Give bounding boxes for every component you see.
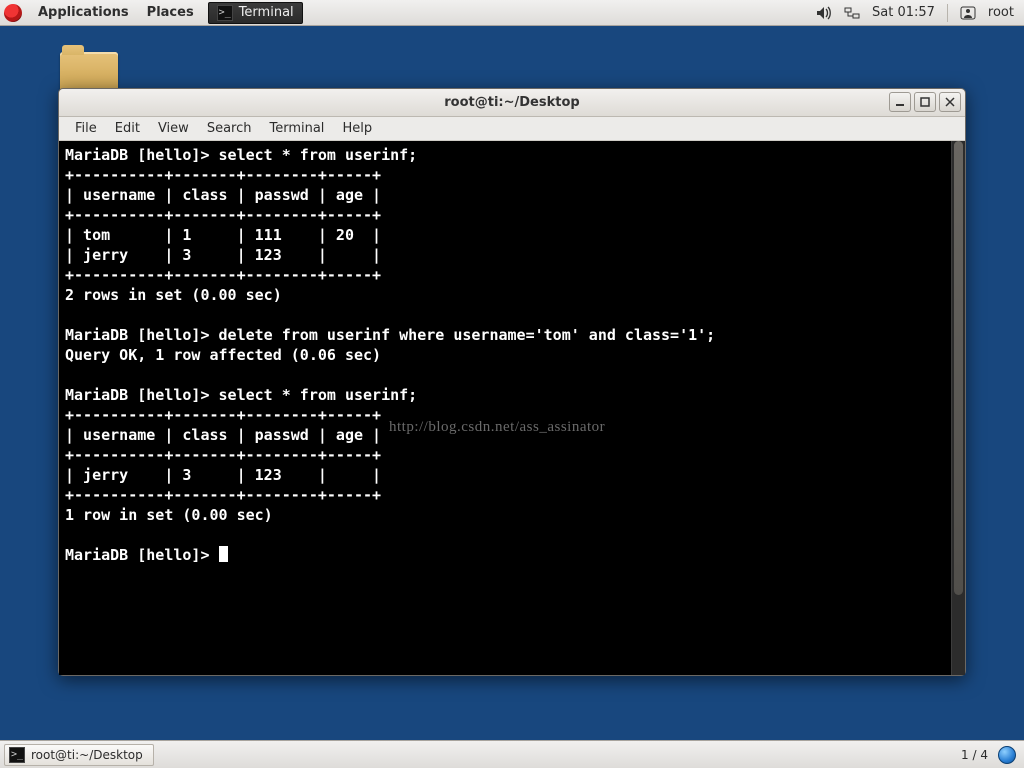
terminal-viewport: MariaDB [hello]> select * from userinf; … [59,141,965,675]
taskbar-item-terminal[interactable]: >_ Terminal [208,2,303,24]
scrollbar-thumb[interactable] [954,141,963,595]
terminal-icon: >_ [9,747,25,763]
menu-terminal[interactable]: Terminal [261,119,332,138]
show-desktop-icon[interactable] [998,746,1016,764]
menu-help[interactable]: Help [334,119,380,138]
menu-search[interactable]: Search [199,119,260,138]
volume-icon[interactable] [816,6,832,20]
applications-menu[interactable]: Applications [30,5,137,20]
menu-view[interactable]: View [150,119,197,138]
close-button[interactable] [939,92,961,112]
user-menu[interactable]: root [988,5,1014,20]
separator [947,4,948,22]
top-panel: Applications Places >_ Terminal Sat 01:5… [0,0,1024,26]
bottom-panel: >_ root@ti:~/Desktop 1 / 4 [0,740,1024,768]
top-panel-left: Applications Places >_ Terminal [0,2,303,24]
taskbar-button-label: root@ti:~/Desktop [31,748,143,762]
menu-edit[interactable]: Edit [107,119,148,138]
window-title: root@ti:~/Desktop [444,95,579,110]
vertical-scrollbar[interactable] [951,141,965,675]
network-icon[interactable] [844,6,860,20]
maximize-button[interactable] [914,92,936,112]
bottom-panel-right: 1 / 4 [961,746,1024,764]
places-menu[interactable]: Places [139,5,202,20]
clock[interactable]: Sat 01:57 [872,5,935,20]
menu-file[interactable]: File [67,119,105,138]
minimize-button[interactable] [889,92,911,112]
window-controls [889,92,961,112]
terminal-cursor [219,546,228,562]
workspace-indicator[interactable]: 1 / 4 [961,748,988,762]
distro-logo-icon[interactable] [4,4,22,22]
taskbar-item-label: Terminal [239,5,294,20]
user-switch-icon[interactable] [960,6,976,20]
taskbar-button-terminal[interactable]: >_ root@ti:~/Desktop [4,744,154,766]
terminal-icon: >_ [217,5,233,21]
window-menubar: File Edit View Search Terminal Help [59,117,965,141]
window-titlebar[interactable]: root@ti:~/Desktop [59,89,965,117]
terminal-window: root@ti:~/Desktop File Edit View Search … [58,88,966,676]
top-panel-right: Sat 01:57 root [816,4,1024,22]
terminal-content[interactable]: MariaDB [hello]> select * from userinf; … [59,141,951,675]
